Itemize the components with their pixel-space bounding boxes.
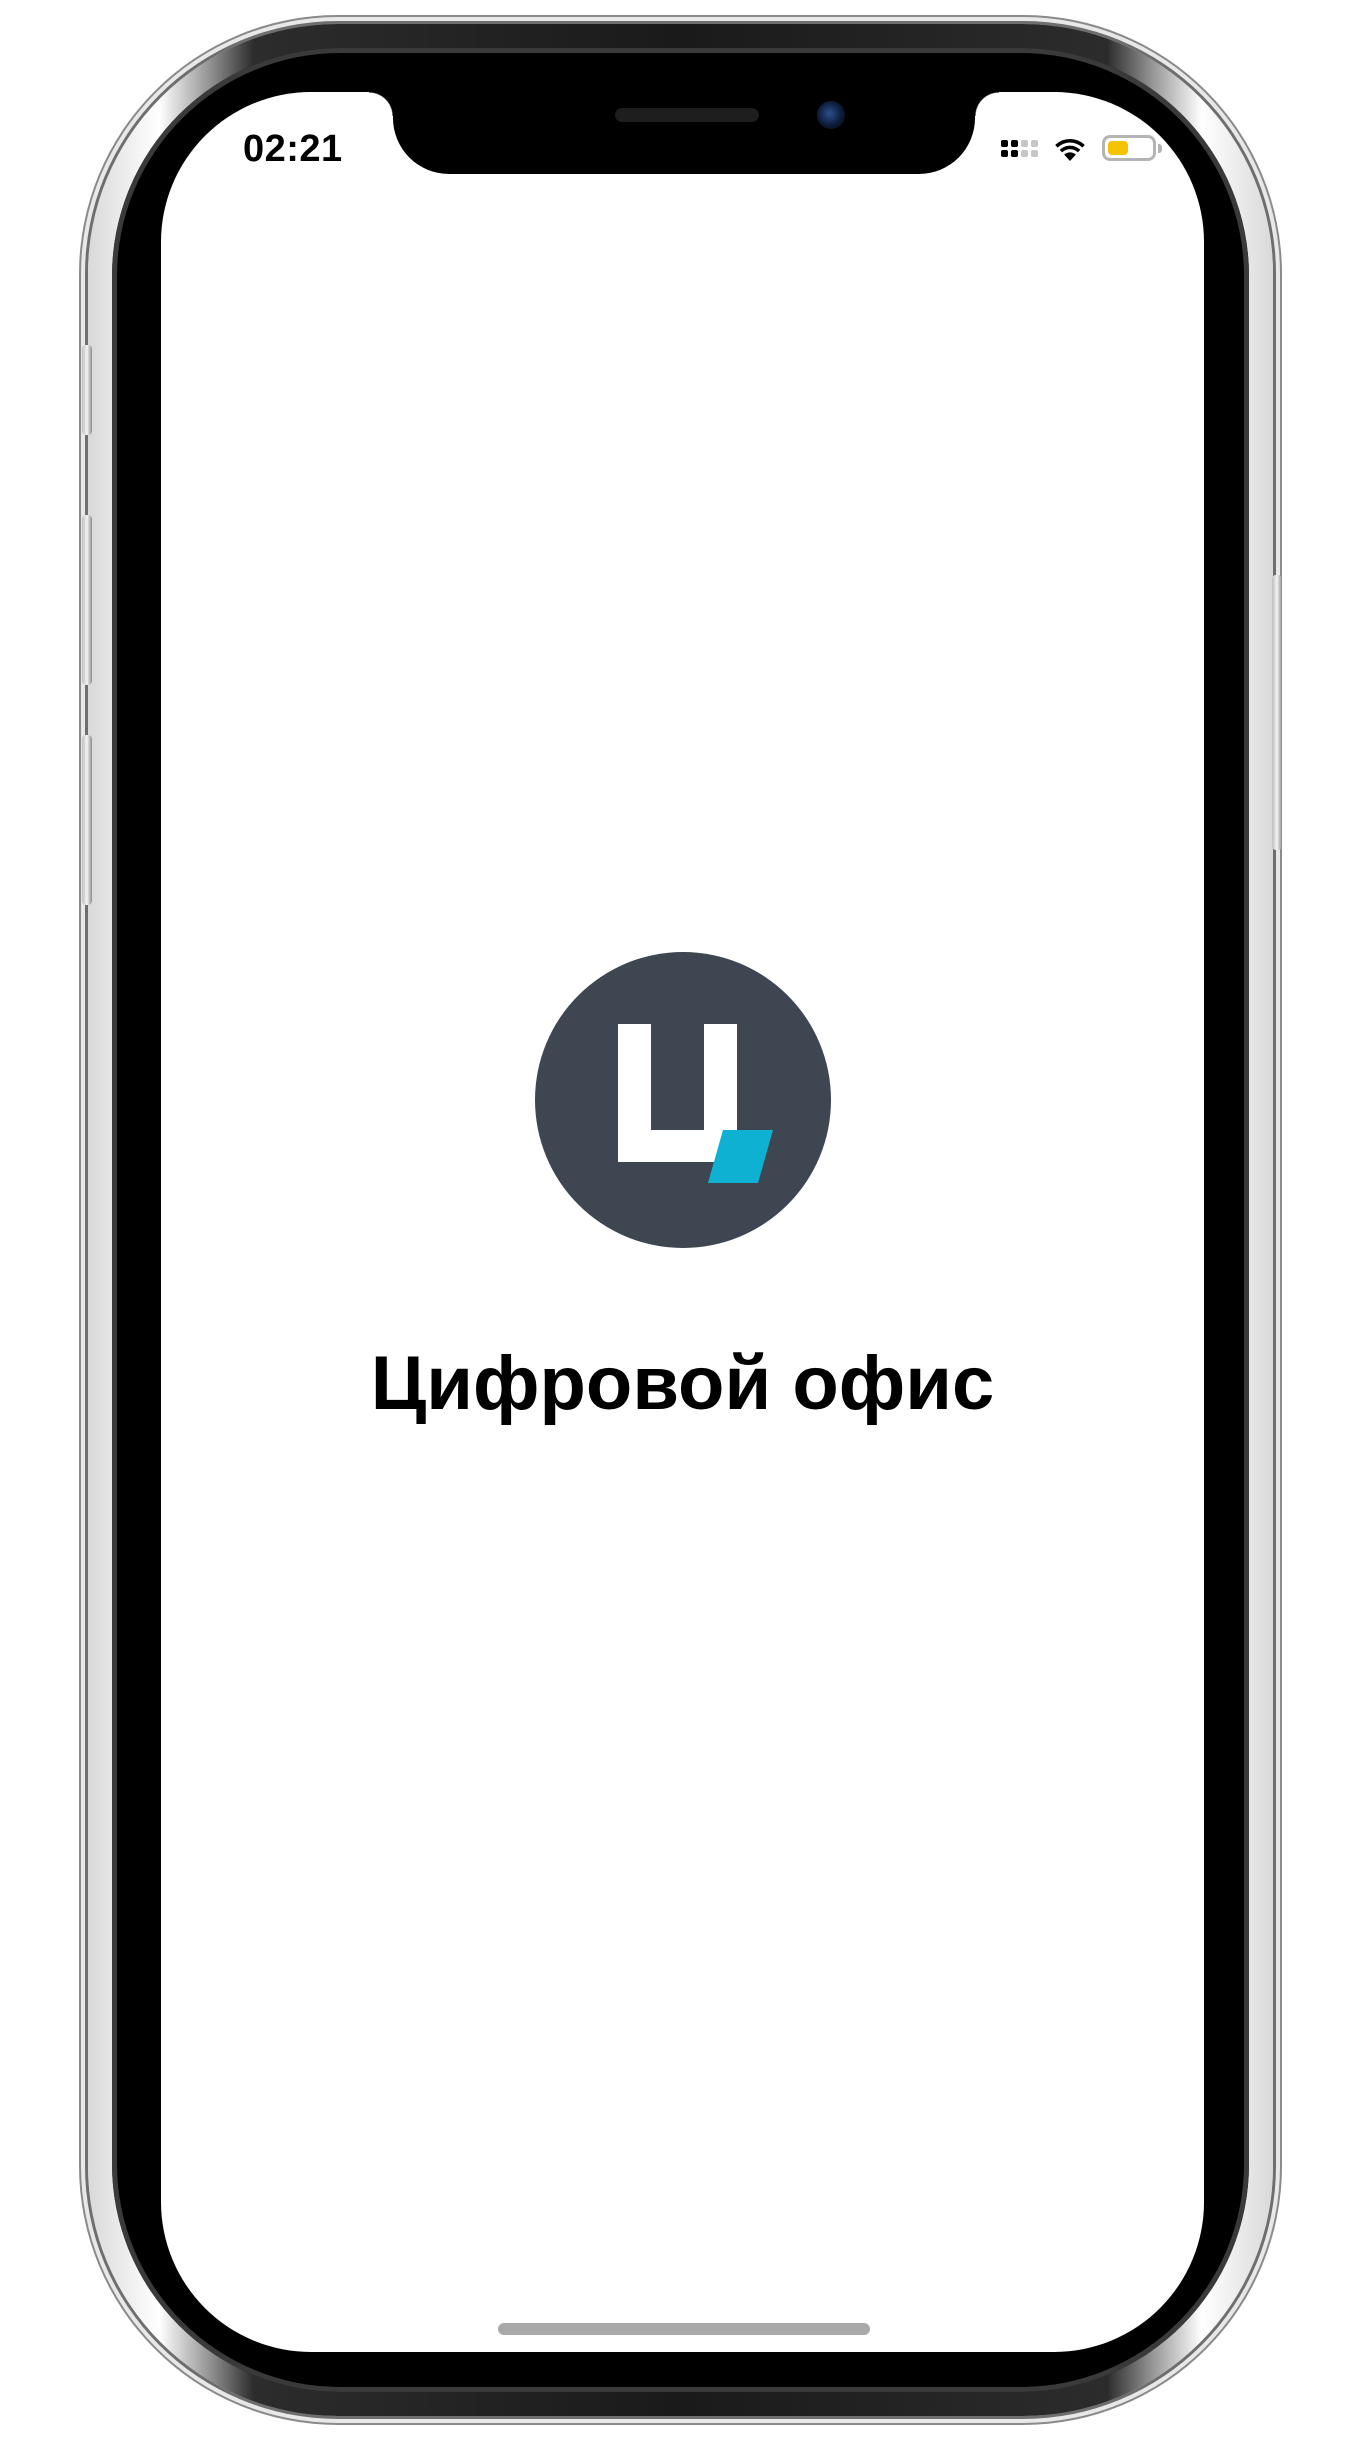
home-indicator[interactable] [498, 2323, 870, 2335]
earpiece-speaker [615, 108, 759, 122]
battery-level [1108, 141, 1129, 155]
signal-dot [1021, 149, 1028, 157]
volume-down-button [82, 735, 92, 905]
signal-dot [1011, 139, 1018, 147]
volume-up-button [82, 515, 92, 685]
battery-icon [1102, 135, 1162, 161]
signal-dot [1031, 149, 1038, 157]
cellular-signal-icon [1001, 139, 1038, 157]
app-title: Цифровой офис [370, 1341, 995, 1426]
signal-dot [1001, 149, 1008, 157]
mute-switch [82, 345, 92, 435]
app-logo-icon [535, 952, 831, 1248]
signal-dot [1031, 139, 1038, 147]
status-time: 02:21 [243, 128, 343, 170]
signal-dot [1021, 139, 1028, 147]
signal-dot [1001, 139, 1008, 147]
notch [369, 92, 999, 174]
wifi-icon [1055, 138, 1085, 161]
front-camera [817, 101, 845, 129]
phone-screen: 02:21 Цифровой офис [161, 92, 1204, 2352]
power-button [1272, 575, 1282, 850]
status-icons [1001, 128, 1162, 168]
app-logo-graphic [535, 952, 831, 1248]
signal-dot [1011, 149, 1018, 157]
